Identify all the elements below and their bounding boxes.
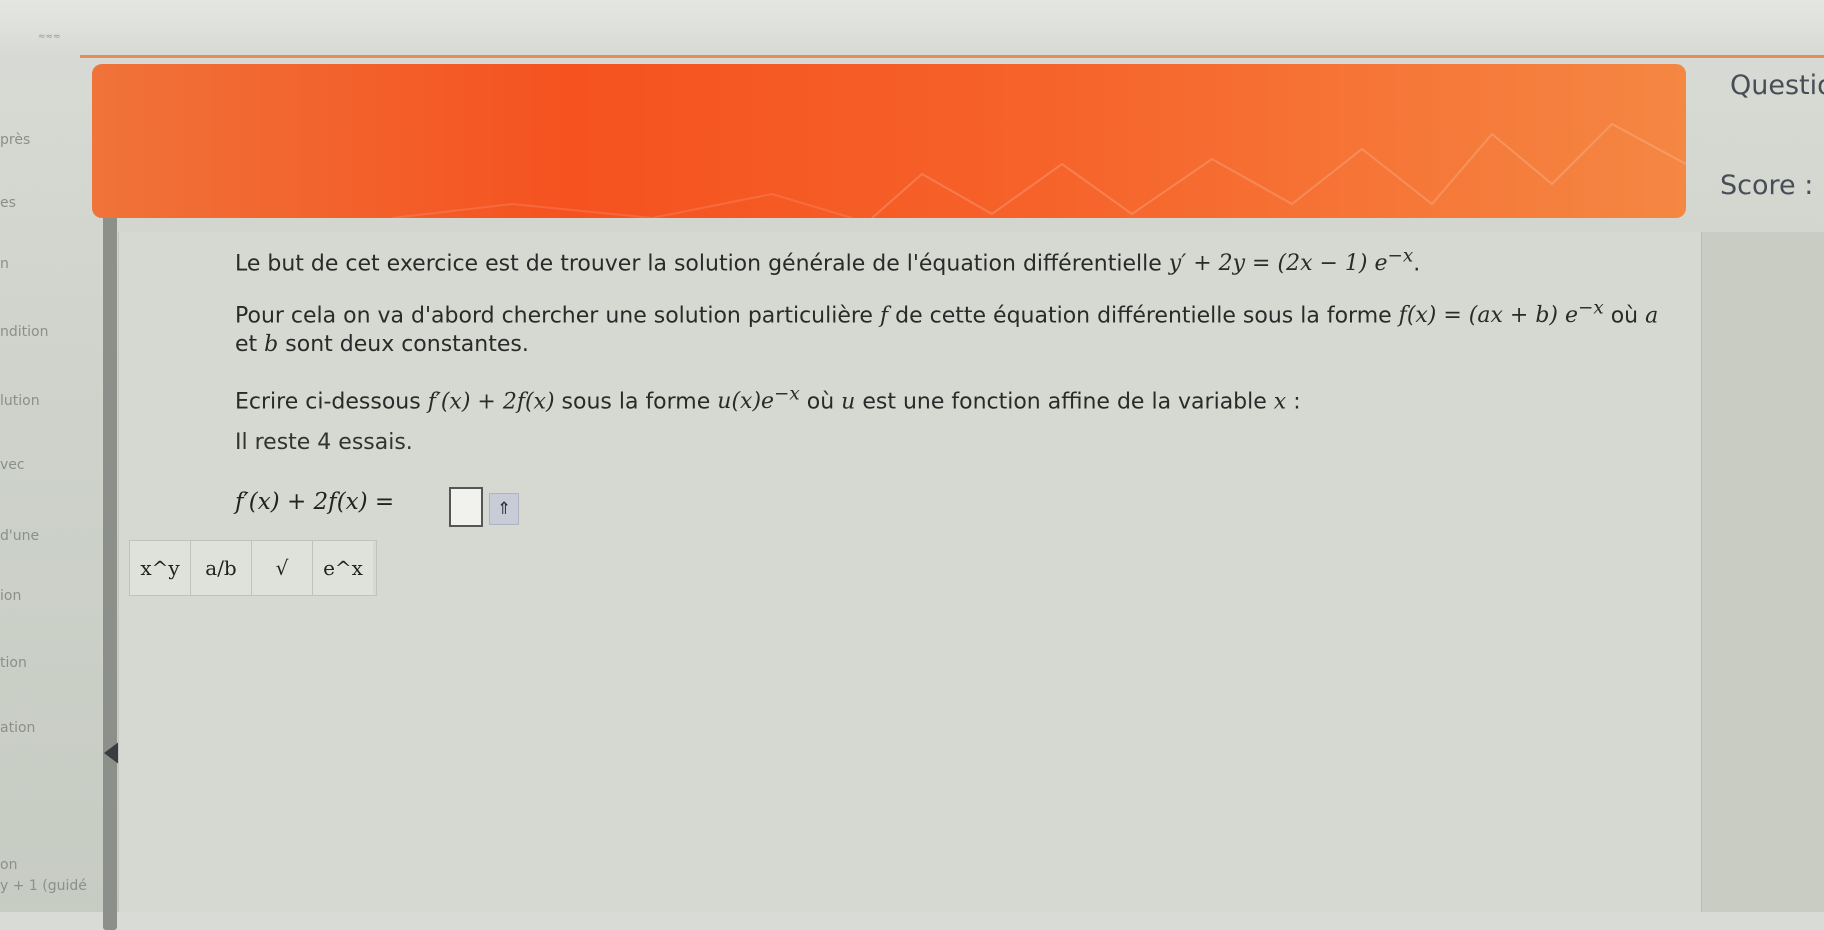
question-header: Questio Score : xyxy=(1700,60,1824,230)
nav-item-5[interactable]: vec xyxy=(0,457,25,473)
line4-u: u xyxy=(841,389,856,415)
line1-equation: y′ + 2y = (2x − 1) e−x xyxy=(1168,246,1414,277)
exercise-content: Le but de cet exercice est de trouver la… xyxy=(118,232,1701,912)
line4-x: x xyxy=(1273,389,1287,415)
nav-item-8[interactable]: tion xyxy=(0,655,27,671)
line4-text: Ecrire ci-dessous xyxy=(235,389,421,415)
attempts-remaining: Il reste 4 essais. xyxy=(235,430,413,455)
answer-label: f′(x) + 2f(x) = xyxy=(235,489,395,515)
math-toolbar: x^y a/b √ e^x xyxy=(129,540,377,596)
line4-text4: est une fonction affine de la variable xyxy=(862,389,1267,415)
fraction-icon: a/b xyxy=(205,556,237,580)
line4-text2: sous la forme xyxy=(561,389,711,415)
answer-input[interactable] xyxy=(449,487,483,527)
submit-arrow-icon[interactable]: ⇑ xyxy=(489,493,519,525)
line2-text2: de cette équation différentielle sous la… xyxy=(895,303,1392,329)
header-banner xyxy=(92,64,1686,218)
nav-item-4[interactable]: lution xyxy=(0,393,40,409)
nav-item-1[interactable]: es xyxy=(0,195,16,211)
right-panel xyxy=(1700,232,1824,912)
nav-scrollbar[interactable] xyxy=(103,190,117,930)
nav-item-7[interactable]: ion xyxy=(0,588,21,604)
line4-text3: où xyxy=(806,389,835,415)
line2-equation: f(x) = (ax + b) e−x xyxy=(1398,298,1604,329)
line2-text3: où xyxy=(1610,303,1639,329)
line2-f: f xyxy=(879,303,889,329)
line4-expression: f′(x) + 2f(x) xyxy=(427,389,555,415)
banner-decoration xyxy=(391,122,1686,218)
exp-button[interactable]: e^x xyxy=(313,541,373,595)
exercise-line-1: Le but de cet exercice est de trouver la… xyxy=(235,246,1421,277)
sqrt-button[interactable]: √ xyxy=(252,541,313,595)
top-mark: ≈≈≈ xyxy=(38,32,61,42)
sqrt-icon: √ xyxy=(275,556,289,580)
nav-item-10[interactable]: on xyxy=(0,857,17,873)
line2-a: a xyxy=(1645,303,1659,329)
score-label: Score : xyxy=(1720,170,1814,201)
nav-item-6[interactable]: d'une xyxy=(0,528,39,544)
exp-icon: e^x xyxy=(323,556,363,580)
line3-text2: sont deux constantes. xyxy=(285,332,529,357)
nav-item-9[interactable]: ation xyxy=(0,720,35,736)
line3-b: b xyxy=(264,332,279,357)
nav-item-3[interactable]: ndition xyxy=(0,324,48,340)
top-bar: ≈≈≈ xyxy=(0,0,1824,62)
exercise-line-4: Ecrire ci-dessous f′(x) + 2f(x) sous la … xyxy=(235,384,1301,414)
line2-text: Pour cela on va d'abord chercher une sol… xyxy=(235,303,873,329)
nav-item-11[interactable]: y + 1 (guidé xyxy=(0,878,87,894)
power-icon: x^y xyxy=(140,556,180,580)
power-button[interactable]: x^y xyxy=(130,541,191,595)
question-label: Questio xyxy=(1730,70,1824,101)
fraction-button[interactable]: a/b xyxy=(191,541,252,595)
exercise-line-3: et b sont deux constantes. xyxy=(235,332,529,357)
line4-colon: : xyxy=(1293,389,1301,415)
line3-text: et xyxy=(235,332,258,357)
line1-text: Le but de cet exercice est de trouver la… xyxy=(235,251,1162,277)
nav-item-0[interactable]: près xyxy=(0,132,30,148)
nav-item-2[interactable]: n xyxy=(0,256,9,272)
top-divider xyxy=(80,55,1824,58)
exercise-line-2: Pour cela on va d'abord chercher une sol… xyxy=(235,298,1658,328)
line4-form: u(x)e−x xyxy=(717,384,800,415)
